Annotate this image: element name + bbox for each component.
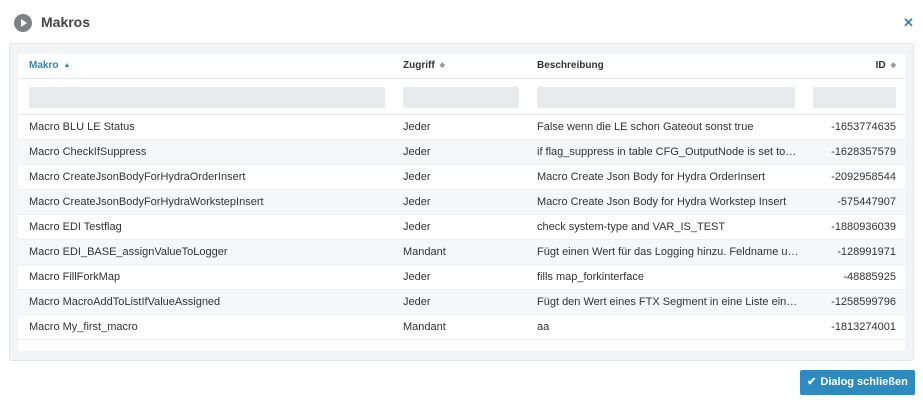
column-header-id[interactable]: ID ◆ [808,54,896,79]
column-label: Beschreibung [537,60,604,71]
table-row[interactable]: Macro CreateJsonBodyForHydraWorkstepInse… [18,190,905,215]
close-dialog-label: Dialog schließen [820,376,908,388]
cell-id: -48885925 [843,271,896,283]
cell-makro: Macro EDI Testflag [29,221,122,233]
table-row[interactable]: Macro My_first_macro Mandant aa -1813274… [18,315,905,340]
play-icon [14,14,32,32]
filter-beschreibung-input[interactable] [537,87,795,108]
cell-beschreibung: Fügt den Wert eines FTX Segment in eine … [537,296,799,308]
cell-id: -1880936039 [831,221,896,233]
table-row[interactable]: Macro FillForkMap Jeder fills map_forkin… [18,265,905,290]
cell-zugriff: Mandant [403,321,446,333]
cell-zugriff: Jeder [403,121,431,133]
cell-makro: Macro My_first_macro [29,321,138,333]
table-row[interactable]: Macro EDI_BASE_assignValueToLogger Manda… [18,240,905,265]
cell-zugriff: Jeder [403,296,431,308]
cell-zugriff: Jeder [403,146,431,158]
table-row[interactable]: Macro EDI Testflag Jeder check system-ty… [18,215,905,240]
cell-zugriff: Jeder [403,221,431,233]
cell-id: -1813274001 [831,321,896,333]
cell-makro: Macro EDI_BASE_assignValueToLogger [29,246,228,258]
cell-beschreibung: aa [537,321,550,333]
cell-id: -128991971 [837,246,896,258]
cell-makro: Macro CheckIfSuppress [29,146,147,158]
table-row[interactable]: Macro CreateJsonBodyForHydraOrderInsert … [18,165,905,190]
cell-beschreibung: fills map_forkinterface [537,271,644,283]
dialog-title: Makros [41,14,91,30]
filter-makro-input[interactable] [29,87,385,108]
column-label: Zugriff [403,60,435,71]
cell-zugriff: Jeder [403,271,431,283]
sort-icon: ◆ [439,62,446,69]
check-icon: ✔ [807,376,817,388]
cell-makro: Macro CreateJsonBodyForHydraOrderInsert [29,171,246,183]
table-row[interactable]: Macro CheckIfSuppress Jeder if flag_supp… [18,140,905,165]
column-header-zugriff[interactable]: Zugriff ◆ [403,54,445,79]
close-dialog-button[interactable]: ✔ Dialog schließen [800,370,915,395]
table-row[interactable]: Macro BLU LE Status Jeder False wenn die… [18,115,905,140]
cell-beschreibung: check system-type and VAR_IS_TEST [537,221,726,233]
close-icon[interactable]: ✕ [903,15,914,31]
dialog-header: Makros ✕ [0,0,923,44]
column-header-makro[interactable]: Makro ▲ [29,54,70,79]
table-row[interactable]: Macro MacroAddToListIfValueAssigned Jede… [18,290,905,315]
cell-beschreibung: Fügt einen Wert für das Logging hinzu. F… [537,246,799,258]
cell-zugriff: Jeder [403,171,431,183]
table-panel: Makro ▲ Zugriff ◆ Beschreibung ID ◆ Macro B… [9,43,914,361]
cell-makro: Macro CreateJsonBodyForHydraWorkstepInse… [29,196,264,208]
cell-id: -2092958544 [831,171,896,183]
cell-makro: Macro BLU LE Status [29,121,135,133]
cell-beschreibung: False wenn die LE schon Gateout sonst tr… [537,121,754,133]
macros-table: Makro ▲ Zugriff ◆ Beschreibung ID ◆ Macro B… [18,54,905,351]
cell-id: -1628357579 [831,146,896,158]
column-header-beschreibung[interactable]: Beschreibung [537,54,604,79]
cell-beschreibung: Macro Create Json Body for Hydra Workste… [537,196,787,208]
filter-zugriff-input[interactable] [403,87,519,108]
filter-id-input[interactable] [813,87,896,108]
cell-zugriff: Jeder [403,196,431,208]
filter-row [18,79,905,115]
cell-makro: Macro MacroAddToListIfValueAssigned [29,296,221,308]
cell-beschreibung: if flag_suppress in table CFG_OutputNode… [537,146,799,158]
table-header: Makro ▲ Zugriff ◆ Beschreibung ID ◆ [18,54,905,79]
cell-makro: Macro FillForkMap [29,271,121,283]
cell-id: -1258599796 [831,296,896,308]
sort-ascending-icon: ▲ [63,62,71,69]
cell-zugriff: Mandant [403,246,446,258]
sort-icon: ◆ [890,62,896,69]
cell-id: -575447907 [837,196,896,208]
column-label: Makro [29,60,59,71]
cell-beschreibung: Macro Create Json Body for Hydra OrderIn… [537,171,766,183]
cell-id: -1653774635 [831,121,896,133]
column-label: ID [875,60,886,71]
